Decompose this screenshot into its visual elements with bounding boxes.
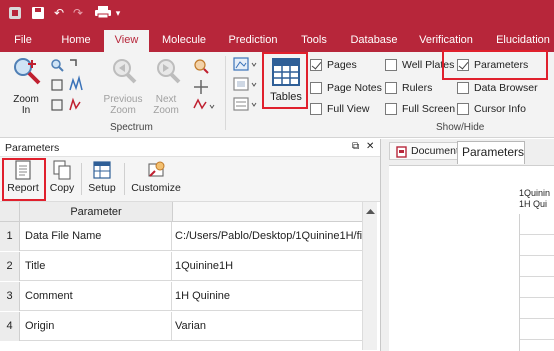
tab-prediction[interactable]: Prediction <box>224 30 282 52</box>
tab-molecule[interactable]: Molecule <box>158 30 210 52</box>
copy-label: Copy <box>49 182 75 194</box>
ribbon: Zoom In Previous Zoom Next Zoom Spectrum… <box>0 50 554 138</box>
full-view-label: Full View <box>327 103 370 115</box>
parameter-column-header[interactable]: Parameter <box>20 202 173 222</box>
document-page: 1Quinin 1H Qui <box>389 165 554 351</box>
document-icon <box>396 146 407 158</box>
tab-tools[interactable]: Tools <box>296 30 332 52</box>
preview-title: 1Quinin <box>519 188 551 198</box>
report-highlight <box>2 158 46 201</box>
next-zoom-button[interactable]: Next Zoom <box>146 94 186 116</box>
toolbar-separator <box>124 163 125 195</box>
parameters-table: Parameter 1 Data File Name C:/Users/Pabl… <box>0 202 362 350</box>
parameters-highlight <box>442 50 548 80</box>
pin-icon[interactable]: ⧉ <box>352 141 359 152</box>
cursor-info-label: Cursor Info <box>474 103 526 115</box>
undo-icon[interactable]: ↶ <box>51 5 67 21</box>
cursor-info-checkbox[interactable] <box>457 103 469 115</box>
table-row[interactable]: 2 Title 1Quinine1H <box>0 252 362 281</box>
preview-comment: 1H Qui <box>519 199 548 209</box>
data-browser-label: Data Browser <box>474 82 538 94</box>
ribbon-tabs: File Home View Molecule Prediction Tools… <box>0 30 554 52</box>
parameter-value: Varian <box>175 320 206 332</box>
previous-zoom-icon <box>108 56 138 89</box>
tables-highlight <box>262 52 308 109</box>
document-panel: Document Parameters 1Quinin 1H Qui <box>380 139 554 351</box>
row-number: 2 <box>0 252 20 281</box>
parameter-name: Comment <box>20 282 172 311</box>
ribbon-separator <box>225 56 226 130</box>
preview-table <box>519 214 554 351</box>
tab-database[interactable]: Database <box>346 30 402 52</box>
next-zoom-icon <box>152 56 182 89</box>
well-plates-checkbox[interactable] <box>385 59 397 71</box>
toolbar-separator <box>81 163 82 195</box>
showhide-group-label: Show/Hide <box>436 122 485 133</box>
cursor-tools-icon[interactable] <box>192 58 218 117</box>
tab-home[interactable]: Home <box>56 30 96 52</box>
setup-label: Setup <box>88 182 116 194</box>
setup-icon <box>93 161 111 179</box>
spectrum-group-label: Spectrum <box>110 122 153 133</box>
zoom-tools-icon[interactable] <box>50 58 90 117</box>
tab-file[interactable]: File <box>8 30 38 52</box>
row-number: 3 <box>0 282 20 311</box>
parameter-value: 1H Quinine <box>175 290 231 302</box>
previous-zoom-button[interactable]: Previous Zoom <box>98 94 148 116</box>
copy-button[interactable]: Copy <box>48 160 76 200</box>
data-browser-checkbox[interactable] <box>457 82 469 94</box>
pages-checkbox[interactable] <box>310 59 322 71</box>
customize-quick-access-icon[interactable]: ▾ <box>114 5 122 21</box>
full-screen-checkbox[interactable] <box>385 103 397 115</box>
full-screen-label: Full Screen <box>402 103 456 115</box>
page-notes-checkbox[interactable] <box>310 82 322 94</box>
zoom-in-icon <box>12 56 42 89</box>
tab-elucidation[interactable]: Elucidation <box>492 30 554 52</box>
parameters-toolbar: Report Copy Setup Customize <box>0 157 380 202</box>
customize-label: Customize <box>131 182 181 194</box>
value-column-header[interactable] <box>173 202 362 222</box>
setup-button[interactable]: Setup <box>86 160 118 200</box>
scroll-up-icon[interactable] <box>363 205 378 219</box>
table-row[interactable]: 1 Data File Name C:/Users/Pablo/Desktop/… <box>0 222 362 251</box>
rulers-label: Rulers <box>402 82 433 94</box>
app-logo-icon[interactable] <box>7 5 23 21</box>
table-row[interactable]: 3 Comment 1H Quinine <box>0 282 362 311</box>
customize-icon <box>148 161 165 177</box>
zoom-in-button[interactable]: Zoom In <box>4 94 48 116</box>
parameters-pane-titlebar: Parameters ⧉ ✕ <box>0 139 380 157</box>
redo-icon[interactable]: ↷ <box>70 5 86 21</box>
print-icon[interactable] <box>92 5 114 21</box>
title-bar: ↶ ↷ ▾ <box>0 0 554 30</box>
document-tab-label: Document <box>411 145 459 157</box>
row-number: 4 <box>0 312 20 341</box>
layout-tools-icon[interactable] <box>232 56 260 119</box>
parameter-name: Origin <box>20 312 172 341</box>
row-number: 1 <box>0 222 20 251</box>
tab-verification[interactable]: Verification <box>416 30 476 52</box>
corner-header <box>0 202 20 222</box>
table-row[interactable]: 4 Origin Varian <box>0 312 362 341</box>
save-icon[interactable] <box>30 5 46 21</box>
page-notes-label: Page Notes <box>327 82 382 94</box>
tab-view[interactable]: View <box>104 30 149 52</box>
full-view-checkbox[interactable] <box>310 103 322 115</box>
document-tab[interactable]: Document <box>389 142 463 160</box>
parameter-name: Title <box>20 252 172 281</box>
parameters-pane-title: Parameters <box>5 142 60 154</box>
customize-button[interactable]: Customize <box>130 160 182 200</box>
parameter-value: C:/Users/Pablo/Desktop/1Quinine1H/fi <box>175 230 362 242</box>
close-icon[interactable]: ✕ <box>366 141 374 152</box>
parameter-value: 1Quinine1H <box>175 260 234 272</box>
table-scrollbar[interactable] <box>362 202 377 350</box>
parameter-name: Data File Name <box>20 222 172 251</box>
parameters-pane: Parameters ⧉ ✕ Report Copy Setup Customi… <box>0 139 380 351</box>
pages-label: Pages <box>327 59 357 71</box>
rulers-checkbox[interactable] <box>385 82 397 94</box>
copy-icon <box>53 160 71 180</box>
parameters-floating-tab[interactable]: Parameters <box>457 141 525 164</box>
